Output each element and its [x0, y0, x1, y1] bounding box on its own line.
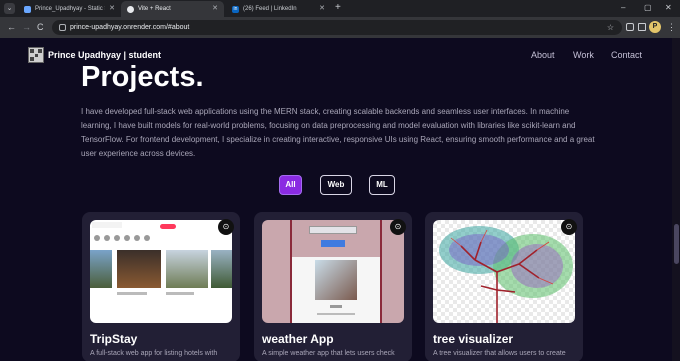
tab-title: Vite + React — [138, 6, 171, 12]
profile-avatar[interactable]: P — [649, 21, 661, 33]
github-icon[interactable]: ⊙ — [218, 219, 234, 235]
nav-work[interactable]: Work — [573, 50, 594, 60]
project-thumbnail — [90, 220, 232, 323]
fractal-tree-image — [439, 226, 573, 323]
page-scrollbar-thumb[interactable] — [674, 224, 679, 264]
back-button[interactable]: ← — [7, 22, 16, 33]
project-title: TripStay — [90, 332, 138, 346]
project-card-tripstay[interactable]: ⊙ TripStay A full-stack web app for list… — [82, 212, 240, 361]
minimize-button[interactable]: – — [621, 2, 625, 14]
project-title: weather App — [262, 332, 334, 346]
github-icon[interactable]: ⊙ — [390, 219, 406, 235]
address-bar[interactable]: prince-upadhyay.onrender.com/#about ☆ — [52, 20, 622, 35]
filter-ml-button[interactable]: ML — [369, 175, 395, 195]
project-thumbnail — [433, 220, 575, 323]
maximize-button[interactable]: ▢ — [644, 2, 652, 14]
logo-icon[interactable] — [28, 47, 44, 63]
browser-menu-icon[interactable]: ⋮ — [667, 22, 676, 32]
close-tab-icon[interactable]: ✕ — [319, 1, 325, 17]
project-thumbnail — [262, 220, 404, 323]
site-favicon-icon — [24, 5, 31, 13]
project-description: A full-stack web app for listing hotels … — [90, 350, 218, 357]
tab-static-site[interactable]: Prince_Upadhyay - Static Site - ✕ — [18, 1, 121, 17]
nav-contact[interactable]: Contact — [611, 50, 642, 60]
reload-button[interactable]: C — [37, 22, 44, 33]
project-card-tree-visualizer[interactable]: ⊙ tree visualizer A tree visualizer that… — [425, 212, 583, 361]
tab-title: Prince_Upadhyay - Static Site - — [35, 6, 105, 12]
site-info-icon[interactable] — [59, 24, 66, 31]
filter-web-button[interactable]: Web — [320, 175, 352, 195]
linkedin-icon: in — [232, 5, 239, 13]
section-description: I have developed full-stack web applicat… — [81, 107, 595, 158]
globe-icon — [127, 5, 134, 13]
forward-button[interactable]: → — [22, 22, 31, 33]
tab-search-button[interactable]: ⌄ — [4, 3, 15, 14]
close-window-button[interactable]: ✕ — [665, 2, 672, 14]
project-title: tree visualizer — [433, 332, 514, 346]
project-card-weather-app[interactable]: ⊙ weather App A simple weather app that … — [254, 212, 412, 361]
project-description: A simple weather app that lets users che… — [262, 350, 395, 357]
new-tab-button[interactable]: + — [335, 2, 341, 14]
github-icon[interactable]: ⊙ — [561, 219, 577, 235]
filter-all-button[interactable]: All — [279, 175, 302, 195]
sidebar-icon[interactable] — [638, 23, 646, 31]
nav-about[interactable]: About — [531, 50, 555, 60]
page-scrollbar-track[interactable] — [672, 38, 680, 361]
close-tab-icon[interactable]: ✕ — [109, 1, 115, 17]
tab-linkedin[interactable]: in (26) Feed | LinkedIn ✕ — [226, 1, 331, 17]
close-tab-icon[interactable]: ✕ — [212, 1, 218, 17]
extensions-icon[interactable] — [626, 23, 634, 31]
browser-tab-bar: ⌄ Prince_Upadhyay - Static Site - ✕ Vite… — [0, 0, 680, 17]
url-text: prince-upadhyay.onrender.com/#about — [70, 24, 190, 31]
bookmark-star-icon[interactable]: ☆ — [607, 20, 614, 35]
tab-vite-react[interactable]: Vite + React ✕ — [121, 1, 224, 17]
browser-toolbar: ← → C prince-upadhyay.onrender.com/#abou… — [0, 17, 680, 38]
section-title: Projects. — [81, 61, 204, 93]
tab-title: (26) Feed | LinkedIn — [243, 6, 297, 12]
project-description: A tree visualizer that allows users to c… — [433, 350, 566, 357]
